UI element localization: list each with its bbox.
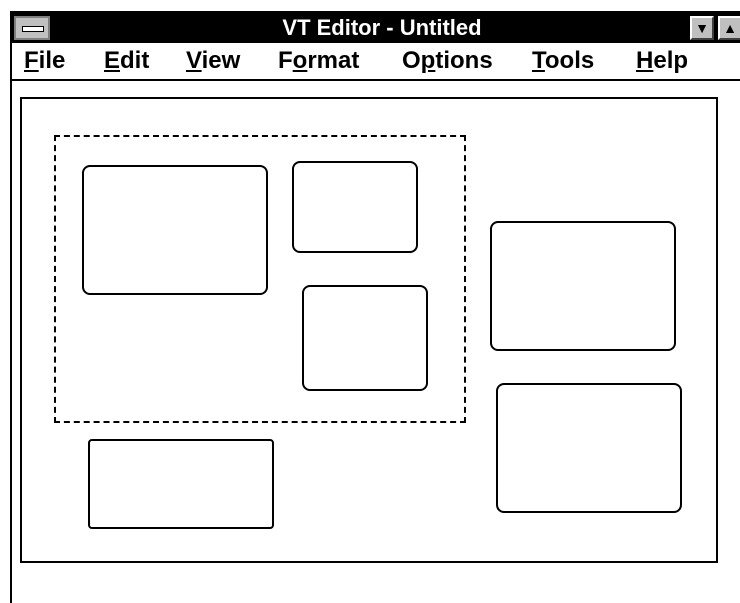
menu-format-mnemonic: o (292, 47, 308, 74)
menu-tools[interactable]: Tools (532, 43, 594, 79)
menu-tools-mnemonic: T (532, 47, 545, 74)
canvas-shape-3[interactable] (302, 285, 428, 391)
menu-bar: File Edit View Format Options Tools Help (12, 43, 740, 81)
menu-options-label: tions (435, 47, 493, 74)
canvas-shape-1[interactable] (82, 165, 268, 295)
minimize-button[interactable]: ▼ (690, 16, 714, 40)
menu-view-label: iew (201, 47, 241, 74)
menu-help[interactable]: Help (636, 43, 688, 79)
menu-edit-mnemonic: E (104, 47, 121, 74)
menu-file-label: ile (38, 47, 66, 74)
maximize-button[interactable]: ▲ (718, 16, 740, 40)
menu-help-label: elp (653, 47, 689, 74)
menu-format[interactable]: Format (278, 43, 359, 79)
menu-tools-label: ools (544, 47, 595, 74)
canvas-shape-2[interactable] (292, 161, 418, 253)
menu-options-pre: O (402, 47, 421, 74)
menu-options-mnemonic: p (420, 47, 436, 74)
title-bar[interactable]: VT Editor - Untitled ▼ ▲ (12, 13, 740, 43)
canvas-shape-4[interactable] (490, 221, 676, 351)
canvas-shape-6[interactable] (88, 439, 274, 529)
menu-edit-label: dit (120, 47, 150, 74)
menu-edit[interactable]: Edit (104, 43, 149, 79)
minimize-icon: ▼ (695, 20, 709, 36)
maximize-icon: ▲ (723, 20, 737, 36)
menu-view[interactable]: View (186, 43, 240, 79)
menu-file-mnemonic: F (24, 47, 39, 74)
menu-format-pre: F (278, 47, 293, 74)
canvas-shape-5[interactable] (496, 383, 682, 513)
menu-file[interactable]: File (24, 43, 65, 79)
menu-help-mnemonic: H (636, 47, 654, 74)
window-title: VT Editor - Untitled (282, 15, 482, 40)
menu-view-mnemonic: V (186, 47, 202, 74)
menu-format-label: rmat (307, 47, 360, 74)
menu-options[interactable]: Options (402, 43, 493, 79)
